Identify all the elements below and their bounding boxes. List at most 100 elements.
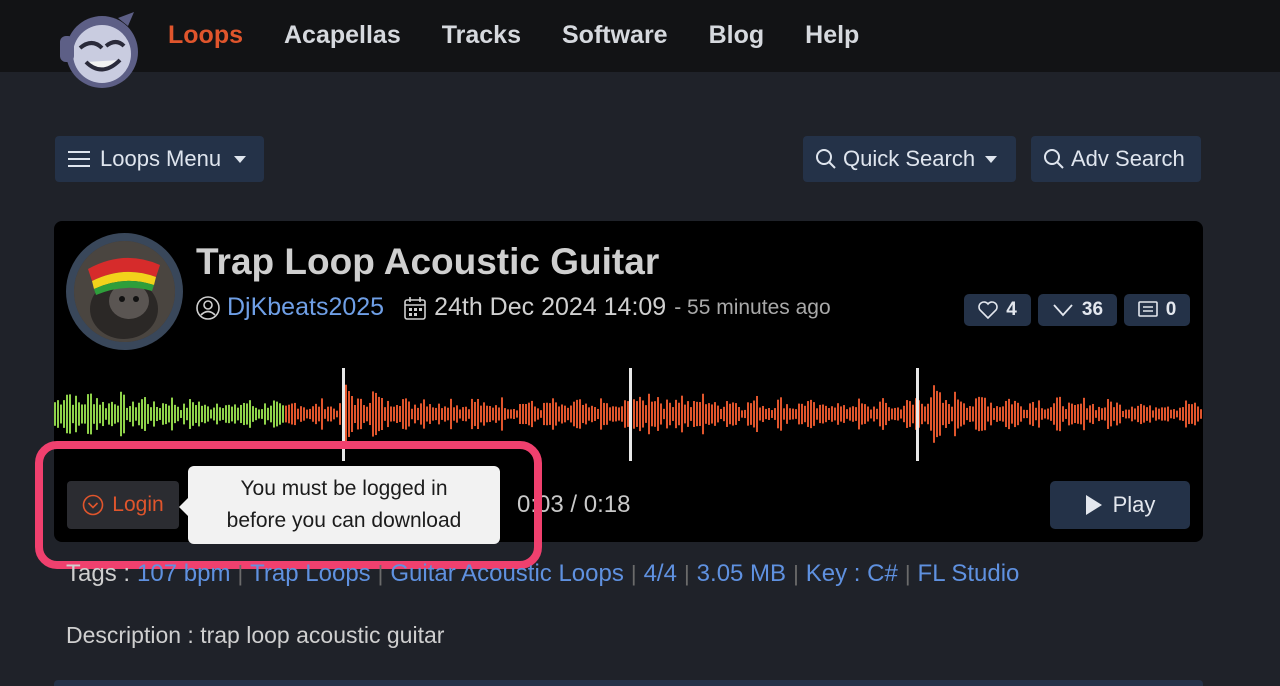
waveform-bar <box>720 408 722 420</box>
waveform-bar <box>483 402 485 426</box>
avatar-image <box>74 241 175 342</box>
search-icon <box>816 149 836 169</box>
upload-date: 24th Dec 2024 14:09 <box>434 293 667 321</box>
waveform-bar <box>972 406 974 422</box>
tag-bpm[interactable]: 107 bpm <box>137 560 230 588</box>
nav-item-blog[interactable]: Blog <box>709 18 765 52</box>
waveform-bar <box>1050 407 1052 421</box>
nav-item-loops[interactable]: Loops <box>168 18 243 52</box>
tag-instrument[interactable]: Guitar Acoustic Loops <box>390 560 623 588</box>
waveform-bar <box>708 403 710 425</box>
top-navbar: Loops Acapellas Tracks Software Blog Hel… <box>0 0 1280 88</box>
loops-menu-button[interactable]: Loops Menu <box>55 136 264 182</box>
waveform-bar <box>360 398 362 430</box>
waveform-bar <box>171 397 173 431</box>
waveform-bar <box>609 407 611 421</box>
waveform-bar <box>390 406 392 422</box>
waveform-bar <box>705 404 707 424</box>
waveform-bar <box>78 402 80 426</box>
waveform-bar <box>147 404 149 424</box>
waveform-bar <box>762 405 764 423</box>
waveform-bar <box>240 404 242 424</box>
tag-genre[interactable]: Trap Loops <box>250 560 371 588</box>
tag-file-size[interactable]: 3.05 MB <box>697 560 786 588</box>
waveform-bar <box>348 391 350 437</box>
nav-item-software[interactable]: Software <box>562 18 668 52</box>
waveform-bar <box>1032 401 1034 427</box>
waveform-bar <box>306 409 308 419</box>
waveform-bar <box>942 402 944 426</box>
waveform-bar <box>783 408 785 420</box>
waveform-bar <box>138 402 140 426</box>
waveform-bar <box>810 399 812 429</box>
waveform-bar <box>885 402 887 426</box>
waveform-bar <box>534 406 536 422</box>
adv-search-button[interactable]: Adv Search <box>1031 136 1201 182</box>
waveform-bar <box>528 402 530 426</box>
waveform-bar <box>687 401 689 427</box>
waveform-bar <box>144 397 146 431</box>
downloads-stat[interactable]: 36 <box>1038 294 1117 326</box>
waveform-bar <box>978 396 980 432</box>
waveform-bar <box>495 405 497 423</box>
tag-key[interactable]: Key : C# <box>806 560 898 588</box>
nav-item-help[interactable]: Help <box>805 18 859 52</box>
nav-item-tracks[interactable]: Tracks <box>442 18 521 52</box>
waveform-bar <box>786 404 788 424</box>
waveform-bar <box>1149 405 1151 423</box>
waveform-bar <box>1164 407 1166 421</box>
waveform-bar <box>1200 409 1202 419</box>
waveform-bar <box>603 402 605 426</box>
waveform-bar <box>297 408 299 420</box>
uploader-link[interactable]: DjKbeats2025 <box>227 293 384 322</box>
waveform-bar <box>423 399 425 429</box>
waveform-bar <box>312 406 314 422</box>
comments-button[interactable]: 0 <box>1124 294 1190 326</box>
waveform-bar <box>1080 403 1082 425</box>
waveform-bar <box>405 398 407 430</box>
loop-title: Trap Loop Acoustic Guitar <box>196 241 660 282</box>
waveform-bar <box>207 406 209 422</box>
waveform-bar <box>1047 408 1049 420</box>
waveform-bar <box>1011 404 1013 424</box>
waveform-bar <box>1086 408 1088 420</box>
waveform-bar <box>1194 402 1196 426</box>
waveform-bar <box>684 404 686 424</box>
avatar[interactable] <box>66 233 183 350</box>
waveform-bar <box>366 406 368 422</box>
heart-icon <box>978 301 998 319</box>
waveform-bar <box>492 407 494 421</box>
site-logo-icon[interactable] <box>58 8 142 90</box>
downloads-count: 36 <box>1081 299 1104 320</box>
waveform-bar <box>255 407 257 421</box>
waveform-bar <box>498 407 500 421</box>
waveform-bar <box>768 408 770 420</box>
waveform-bar <box>966 407 968 421</box>
waveform-bar <box>327 406 329 422</box>
likes-button[interactable]: 4 <box>964 294 1031 326</box>
waveform-bar <box>1065 409 1067 419</box>
quick-search-button[interactable]: Quick Search <box>803 136 1016 182</box>
waveform-marker <box>916 368 919 461</box>
waveform-bar <box>513 408 515 420</box>
comment-icon <box>1137 301 1158 317</box>
tag-software[interactable]: FL Studio <box>918 560 1020 588</box>
nav-item-acapellas[interactable]: Acapellas <box>284 18 401 52</box>
waveform-bar <box>864 404 866 424</box>
waveform-bar <box>1179 407 1181 421</box>
tag-time-signature[interactable]: 4/4 <box>644 560 677 588</box>
waveform-bar <box>873 406 875 422</box>
annotation-highlight <box>35 441 542 569</box>
waveform-bar <box>1089 405 1091 423</box>
waveform-bar <box>522 403 524 425</box>
waveform-bar <box>813 402 815 426</box>
waveform-bar <box>159 408 161 420</box>
waveform-bar <box>1155 407 1157 421</box>
waveform-bar <box>81 404 83 424</box>
waveform-bar <box>1128 409 1130 419</box>
waveform-bar <box>1044 409 1046 419</box>
waveform-bar <box>1107 399 1109 429</box>
waveform-bar <box>435 407 437 421</box>
waveform-bar <box>1029 403 1031 425</box>
play-button[interactable]: Play <box>1050 481 1190 529</box>
